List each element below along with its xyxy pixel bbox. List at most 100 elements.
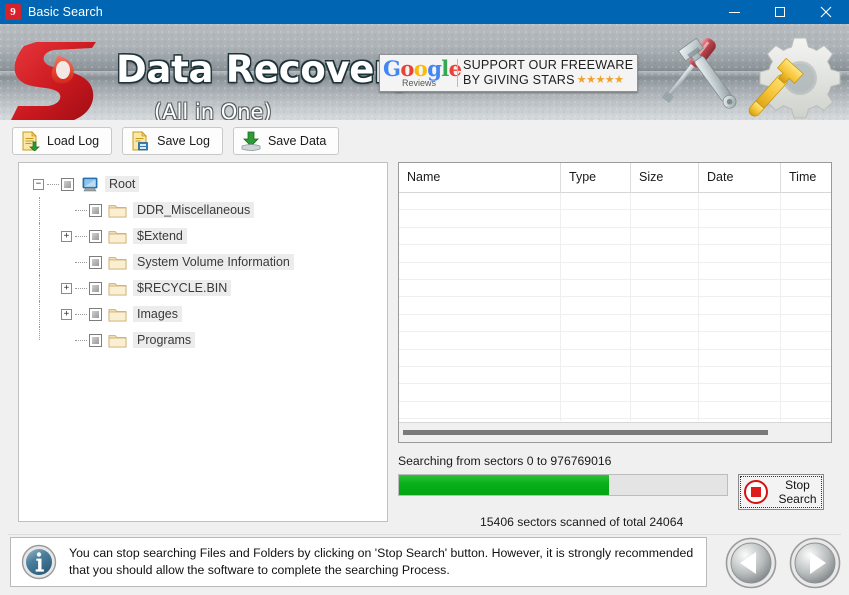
cell-time [781,245,831,261]
expander-icon[interactable]: − [33,178,44,190]
tree-checkbox[interactable] [89,333,102,347]
table-row[interactable] [399,332,831,350]
folder-icon [108,204,127,217]
folder-icon [108,230,127,243]
computer-icon [82,177,98,191]
table-row[interactable] [399,227,831,246]
tree-checkbox[interactable] [89,281,102,295]
save-data-button[interactable]: Save Data [232,126,340,155]
table-row[interactable] [399,245,831,263]
cell-date [699,419,781,421]
save-data-label: Save Data [267,133,327,148]
minimize-icon [728,11,740,13]
stop-label-line2: Search [778,492,817,506]
table-row[interactable] [399,401,831,420]
next-button[interactable] [789,537,841,589]
tree-connector [39,249,40,275]
tree-item[interactable]: + $RECYCLE.BIN [39,275,387,301]
tree-item[interactable]: DDR_Miscellaneous [39,197,387,223]
cell-time [781,419,831,421]
tree-item-root[interactable]: − Root [33,171,387,197]
close-button[interactable] [803,0,849,24]
cell-time [781,193,831,209]
stars-icon: ★★★★★ [576,74,624,86]
search-progress-bar [398,474,728,496]
table-row[interactable] [399,314,831,333]
save-log-button[interactable]: Save Log [122,126,223,155]
expander-icon[interactable]: + [61,230,72,242]
expander-icon[interactable]: + [61,308,72,320]
window-title: Basic Search [28,5,103,19]
cell-size [631,384,699,401]
cell-type [561,193,631,210]
maximize-button[interactable] [757,0,803,24]
main-toolbar: Load Log Save Log Save Data [0,120,849,162]
info-message-text: You can stop searching Files and Folders… [69,546,694,577]
tree-connector [39,275,40,301]
banner-subtitle: (All in One) [154,100,272,120]
table-row[interactable] [399,262,831,280]
tree-item[interactable]: System Volume Information [39,249,387,275]
cell-name [399,279,561,297]
brand-logo-icon [11,42,96,120]
tree-checkbox[interactable] [89,255,102,269]
tree-connector [75,287,87,289]
minimize-button[interactable] [711,0,757,24]
load-log-button[interactable]: Load Log [12,126,113,155]
stop-label-line1: Stop [785,478,810,492]
search-progress-area: Searching from sectors 0 to 976769016 St… [398,454,832,529]
table-row[interactable] [399,297,831,315]
google-reviews-banner[interactable]: Google Reviews SUPPORT OUR FREEWARE BY G… [379,54,638,92]
tree-checkbox[interactable] [61,177,74,191]
table-row[interactable] [399,366,831,385]
folder-tree-panel[interactable]: − Root DDR_Miscellaneous + $Extend System V… [18,162,388,522]
tree-checkbox[interactable] [89,203,102,217]
cell-type [561,332,631,349]
table-row[interactable] [399,419,831,421]
cell-date [699,262,781,279]
back-button[interactable] [725,537,777,589]
tree-checkbox[interactable] [89,229,102,243]
tree-item[interactable]: + Images [39,301,387,327]
save-log-label: Save Log [157,133,210,148]
banner-title: Data Recovery [116,48,416,91]
expander-icon[interactable]: + [61,282,72,294]
table-row[interactable] [399,384,831,402]
load-log-label: Load Log [47,133,100,148]
column-header-time[interactable]: Time [781,163,831,193]
cell-size [631,279,699,297]
cell-name [399,419,561,421]
cell-time [781,332,831,348]
stop-search-button[interactable]: Stop Search [738,474,824,510]
cell-size [631,401,699,419]
table-row[interactable] [399,279,831,298]
tree-checkbox[interactable] [89,307,102,321]
table-row[interactable] [399,210,831,228]
results-list-panel[interactable]: Name Type Size Date Time [398,162,832,443]
column-header-type[interactable]: Type [561,163,631,193]
navigation-buttons [725,537,841,589]
tree-connector [39,223,40,249]
info-icon [21,544,57,580]
table-row[interactable] [399,193,831,211]
scrollbar-thumb[interactable] [403,430,768,435]
tree-item-label: DDR_Miscellaneous [133,202,255,218]
cell-name [399,262,561,279]
horizontal-scrollbar[interactable] [399,422,831,442]
cell-name [399,314,561,332]
cell-name [399,245,561,262]
cell-type [561,366,631,384]
expander-icon [61,335,72,346]
column-header-date[interactable]: Date [699,163,781,193]
cell-size [631,314,699,332]
cell-type [561,279,631,297]
table-row[interactable] [399,349,831,367]
main-content: − Root DDR_Miscellaneous + $Extend System V… [0,162,849,534]
column-header-size[interactable]: Size [631,163,699,193]
cell-name [399,366,561,384]
sectors-scanned-label: 15406 sectors scanned of total 24064 [480,515,684,529]
column-header-name[interactable]: Name [399,163,561,193]
cell-size [631,210,699,227]
tree-item[interactable]: Programs [39,327,387,353]
tree-item[interactable]: + $Extend [39,223,387,249]
